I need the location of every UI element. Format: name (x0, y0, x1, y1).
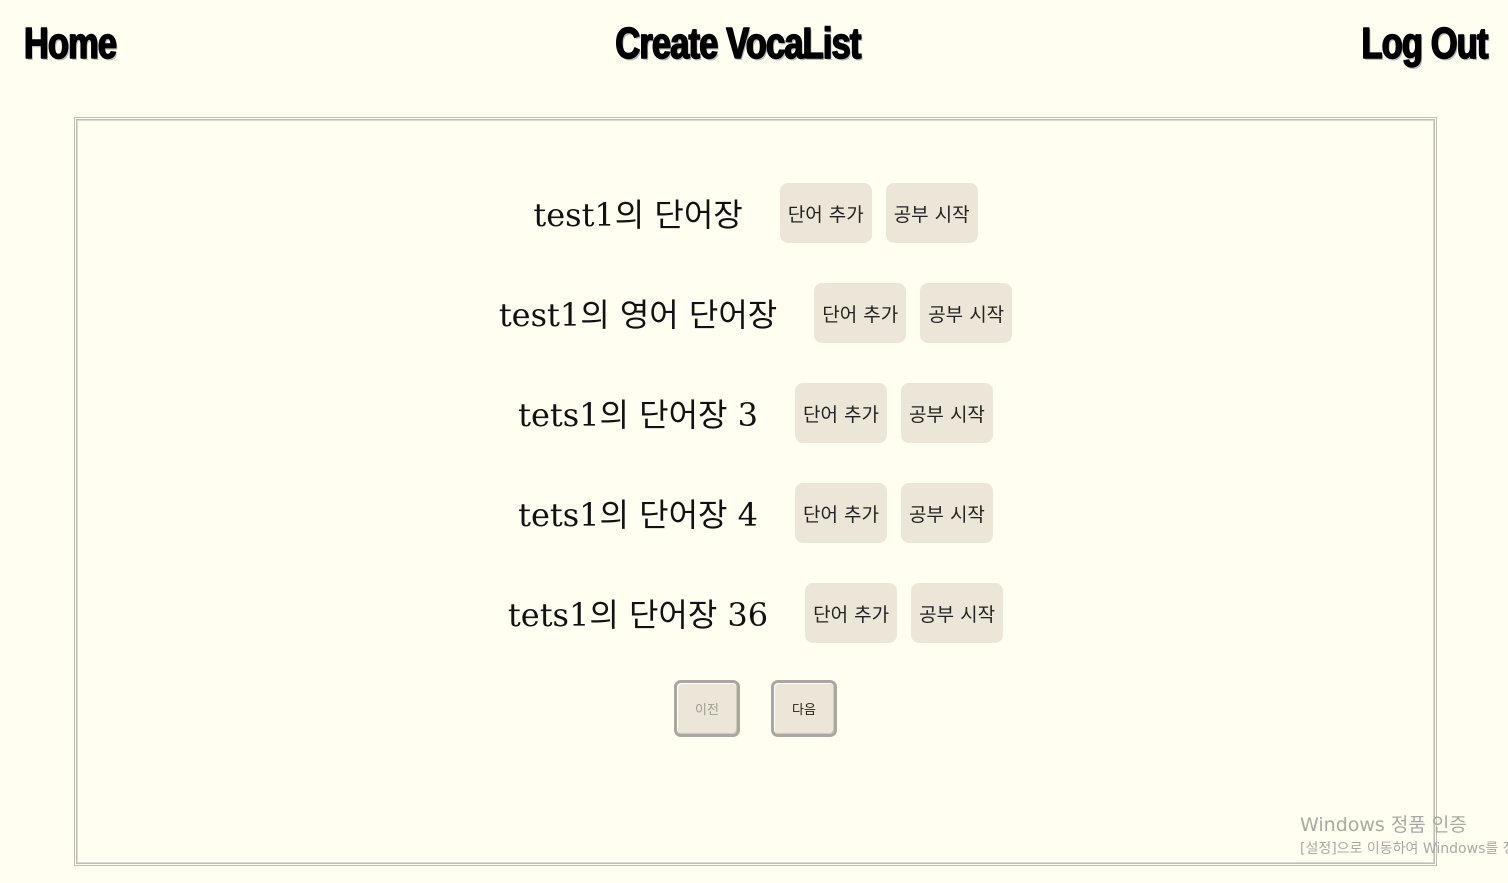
vocalist-row: tets1의 단어장 4 단어 추가 공부 시작 (78, 483, 1433, 543)
start-study-button[interactable]: 공부 시작 (885, 183, 978, 243)
watermark-subtitle: [설정]으로 이동하여 Windows를 정품 인증합니다. (1300, 841, 1508, 857)
vocalist-title: tets1의 단어장 36 (507, 596, 769, 634)
vocalist-row: tets1의 단어장 36 단어 추가 공부 시작 (78, 583, 1433, 643)
add-word-button[interactable]: 단어 추가 (779, 183, 872, 243)
vocalist-row: tets1의 단어장 3 단어 추가 공부 시작 (78, 383, 1433, 443)
pagination: 이전 다음 (78, 680, 1433, 737)
vocalist-title: tets1의 단어장 4 (518, 496, 758, 534)
start-study-button[interactable]: 공부 시작 (911, 583, 1004, 643)
add-word-button[interactable]: 단어 추가 (814, 283, 907, 343)
nav-logout-link[interactable]: Log Out (1361, 16, 1489, 72)
vocalist-title: test1의 단어장 (533, 196, 743, 234)
nav-create-vocalist-link[interactable]: Create VocaList (615, 16, 862, 72)
add-word-button[interactable]: 단어 추가 (794, 483, 887, 543)
start-study-button[interactable]: 공부 시작 (920, 283, 1013, 343)
vocalist-title: test1의 영어 단어장 (498, 296, 778, 334)
start-study-button[interactable]: 공부 시작 (900, 483, 993, 543)
windows-activation-watermark: Windows 정품 인증 [설정]으로 이동하여 Windows를 정품 인증… (1300, 812, 1508, 860)
next-page-button[interactable]: 다음 (771, 680, 837, 737)
prev-page-button[interactable]: 이전 (674, 680, 740, 737)
vocalist-panel-inner: test1의 단어장 단어 추가 공부 시작 test1의 영어 단어장 단어 … (77, 120, 1434, 863)
vocalist-row: test1의 단어장 단어 추가 공부 시작 (78, 183, 1433, 243)
vocalist-title: tets1의 단어장 3 (518, 396, 758, 434)
vocalist-row: test1의 영어 단어장 단어 추가 공부 시작 (78, 283, 1433, 343)
nav-home-link[interactable]: Home (23, 16, 117, 72)
vocalist-panel: test1의 단어장 단어 추가 공부 시작 test1의 영어 단어장 단어 … (74, 117, 1437, 866)
add-word-button[interactable]: 단어 추가 (805, 583, 898, 643)
start-study-button[interactable]: 공부 시작 (900, 383, 993, 443)
watermark-title: Windows 정품 인증 (1300, 814, 1467, 836)
add-word-button[interactable]: 단어 추가 (794, 383, 887, 443)
vocalist-list: test1의 단어장 단어 추가 공부 시작 test1의 영어 단어장 단어 … (78, 183, 1433, 683)
